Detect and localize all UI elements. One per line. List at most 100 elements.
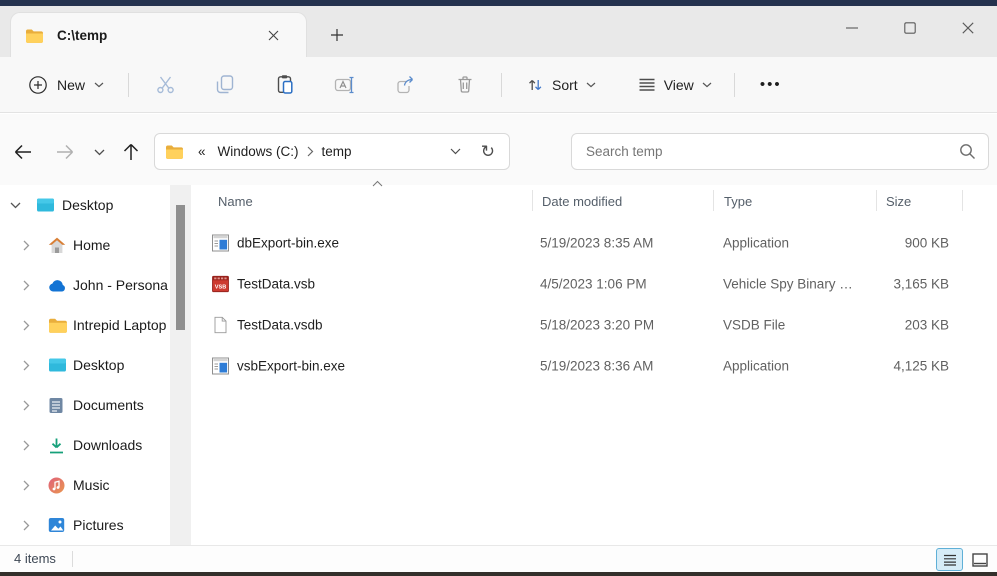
share-button[interactable] xyxy=(383,66,427,104)
address-dropdown-chevron-icon[interactable] xyxy=(450,148,461,155)
large-thumbnails-view-toggle[interactable] xyxy=(967,548,992,571)
sidebar-item-label: Desktop xyxy=(62,197,113,213)
status-divider xyxy=(72,551,73,567)
column-divider[interactable] xyxy=(876,190,877,211)
window-bottom-edge xyxy=(0,572,997,576)
sort-arrows-icon xyxy=(526,76,544,94)
forward-button[interactable] xyxy=(48,136,82,168)
chevron-right-icon[interactable] xyxy=(23,440,35,451)
home-icon xyxy=(48,237,66,254)
breadcrumb-folder[interactable]: temp xyxy=(316,140,358,163)
sidebar-item-music[interactable]: Music xyxy=(0,465,170,505)
sidebar-item-label: John - Persona xyxy=(73,277,168,293)
paste-button[interactable] xyxy=(263,66,307,104)
search-icon[interactable] xyxy=(959,143,976,160)
column-divider[interactable] xyxy=(713,190,714,211)
sidebar-item-documents[interactable]: Documents xyxy=(0,385,170,425)
recent-locations-chevron-icon[interactable] xyxy=(86,136,112,168)
column-divider[interactable] xyxy=(532,190,533,211)
file-row-testdata-vsdb[interactable]: TestData.vsdb 5/18/2023 3:20 PM VSDB Fil… xyxy=(192,304,997,345)
chevron-down-icon xyxy=(702,82,712,88)
column-header-type[interactable]: Type xyxy=(720,192,756,211)
cut-button[interactable] xyxy=(143,66,187,104)
minimize-button[interactable] xyxy=(823,6,881,50)
view-button[interactable]: View xyxy=(628,70,722,100)
chevron-right-icon[interactable] xyxy=(23,360,35,371)
sidebar-item-label: Desktop xyxy=(73,357,124,373)
copy-button[interactable] xyxy=(203,66,247,104)
music-icon xyxy=(48,477,65,494)
column-header-row: Name Date modified Type Size xyxy=(192,187,997,214)
breadcrumb-chevron-icon[interactable] xyxy=(305,146,316,157)
toolbar-divider xyxy=(128,73,129,97)
chevron-right-icon[interactable] xyxy=(23,400,35,411)
chevron-right-icon[interactable] xyxy=(23,320,35,331)
breadcrumb-drive[interactable]: Windows (C:) xyxy=(212,140,305,163)
column-header-name[interactable]: Name xyxy=(214,192,257,211)
folder-icon xyxy=(48,317,67,333)
folder-icon xyxy=(165,144,183,159)
sidebar-item-intrepid-laptop[interactable]: Intrepid Laptop xyxy=(0,305,170,345)
breadcrumb-overflow[interactable]: « xyxy=(192,140,212,163)
sort-button-label: Sort xyxy=(552,77,578,93)
tab-close-icon[interactable] xyxy=(260,23,286,49)
file-row-dbexport-bin-exe[interactable]: dbExport-bin.exe 5/19/2023 8:35 AM Appli… xyxy=(192,222,997,263)
sidebar-scrollbar-thumb[interactable] xyxy=(176,205,185,330)
sort-ascending-caret-icon xyxy=(372,180,383,187)
tab-title: C:\temp xyxy=(57,28,260,43)
window-controls xyxy=(823,6,997,52)
close-window-button[interactable] xyxy=(939,6,997,50)
column-header-date-modified[interactable]: Date modified xyxy=(538,192,626,211)
search-input[interactable] xyxy=(572,134,988,169)
toolbar-divider xyxy=(734,73,735,97)
svg-text:VSB: VSB xyxy=(215,284,227,290)
sidebar-item-label: Documents xyxy=(73,397,144,413)
sidebar-item-onedrive[interactable]: John - Persona xyxy=(0,265,170,305)
tab-bar: C:\temp xyxy=(0,6,997,57)
tab-c-temp[interactable]: C:\temp xyxy=(10,12,307,58)
chevron-right-icon[interactable] xyxy=(23,480,35,491)
sort-button[interactable]: Sort xyxy=(516,69,606,101)
new-button-label: New xyxy=(57,77,85,93)
back-button[interactable] xyxy=(6,136,40,168)
details-view-toggle[interactable] xyxy=(936,548,963,571)
sidebar-item-label: Music xyxy=(73,477,110,493)
more-options-button[interactable]: ••• xyxy=(751,67,791,103)
up-button[interactable] xyxy=(114,136,148,168)
sidebar-item-label: Pictures xyxy=(73,517,124,533)
chevron-right-icon[interactable] xyxy=(23,520,35,531)
sidebar-item-pictures[interactable]: Pictures xyxy=(0,505,170,545)
chevron-down-icon[interactable] xyxy=(10,202,22,209)
view-lines-icon xyxy=(638,77,656,93)
chevron-right-icon[interactable] xyxy=(23,280,35,291)
refresh-icon[interactable]: ↻ xyxy=(481,142,495,162)
command-bar: New Sort View xyxy=(0,57,997,113)
navigation-row: « Windows (C:) temp ↻ xyxy=(0,114,997,185)
new-button[interactable]: New xyxy=(20,69,112,101)
address-bar[interactable]: « Windows (C:) temp ↻ xyxy=(154,133,510,170)
status-bar: 4 items xyxy=(0,545,997,572)
new-tab-button[interactable] xyxy=(322,20,352,50)
file-row-vsbexport-bin-exe[interactable]: vsbExport-bin.exe 5/19/2023 8:36 AM Appl… xyxy=(192,345,997,386)
delete-button[interactable] xyxy=(443,66,487,104)
chevron-right-icon[interactable] xyxy=(23,240,35,251)
file-row-testdata-vsb[interactable]: VSB TestData.vsb 4/5/2023 1:06 PM Vehicl… xyxy=(192,263,997,304)
items-count: 4 items xyxy=(14,551,56,566)
plus-circle-icon xyxy=(28,75,48,95)
sidebar-item-downloads[interactable]: Downloads xyxy=(0,425,170,465)
application-exe-icon xyxy=(212,357,229,374)
rename-button[interactable] xyxy=(323,66,367,104)
column-divider[interactable] xyxy=(962,190,963,211)
file-list: dbExport-bin.exe 5/19/2023 8:35 AM Appli… xyxy=(192,222,997,402)
application-exe-icon xyxy=(212,234,229,251)
more-ellipsis-icon: ••• xyxy=(760,76,782,93)
sidebar-item-label: Home xyxy=(73,237,110,253)
desktop-icon xyxy=(48,357,67,373)
sidebar-item-desktop[interactable]: Desktop xyxy=(0,345,170,385)
column-header-size[interactable]: Size xyxy=(882,192,915,211)
sidebar-scrollbar[interactable] xyxy=(170,185,191,545)
document-file-icon xyxy=(212,316,229,333)
sidebar-item-home[interactable]: Home xyxy=(0,225,170,265)
sidebar-item-desktop-pinned[interactable]: Desktop xyxy=(0,185,170,225)
maximize-button[interactable] xyxy=(881,6,939,50)
